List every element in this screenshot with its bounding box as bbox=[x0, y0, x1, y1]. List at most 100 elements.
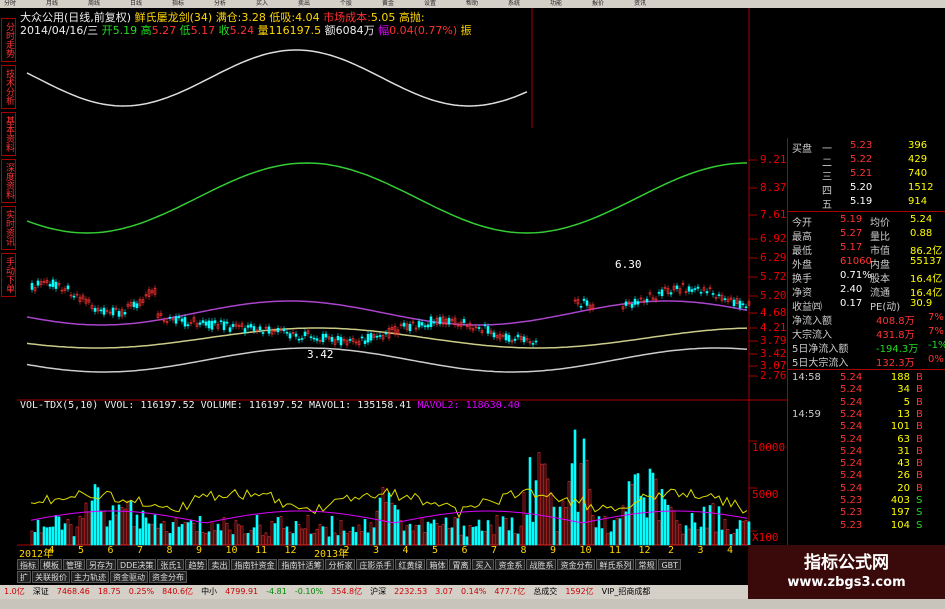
volume-bar bbox=[42, 526, 46, 546]
candle-body bbox=[699, 291, 703, 294]
volume-bar bbox=[159, 523, 163, 546]
toolbar-item[interactable]: 系统 bbox=[508, 0, 548, 8]
toolbar-item[interactable]: 报价 bbox=[592, 0, 632, 8]
indicator-tab[interactable]: DDE决策 bbox=[117, 559, 157, 570]
info-tab[interactable]: 资金驱动 bbox=[110, 571, 148, 583]
candle-body bbox=[633, 298, 637, 305]
indicator-tab[interactable]: 常规 bbox=[635, 559, 658, 570]
indicator-tab[interactable]: 战胜系 bbox=[526, 559, 557, 570]
price-axis-label: 8.37 bbox=[760, 181, 787, 194]
candle-body bbox=[744, 306, 748, 309]
indicator-tab[interactable]: 分析家 bbox=[325, 559, 356, 570]
quote-row: 最低 5.17 市值 86.2亿 bbox=[788, 242, 945, 257]
volume-bar bbox=[486, 520, 490, 546]
candle-body bbox=[249, 324, 253, 328]
tick-volume: 20 bbox=[897, 482, 910, 494]
indicator-tab[interactable]: 指南针资金 bbox=[231, 559, 278, 570]
candle-body bbox=[228, 327, 232, 332]
quote-label: 净资 bbox=[792, 288, 812, 299]
toolbar-item[interactable]: 买入 bbox=[256, 0, 296, 8]
volume-bar bbox=[198, 516, 202, 546]
indicator-tab[interactable]: GBT bbox=[658, 559, 682, 570]
volume-bar bbox=[627, 481, 631, 546]
candle-body bbox=[717, 294, 721, 296]
toolbar-item[interactable]: 日线 bbox=[130, 0, 170, 8]
toolbar-item[interactable]: 分析 bbox=[214, 0, 254, 8]
indicator-tab[interactable]: 买入 bbox=[472, 559, 495, 570]
volume-bar bbox=[450, 527, 454, 546]
candle-body bbox=[477, 327, 481, 329]
time-axis-label: 11 bbox=[255, 545, 268, 556]
vol-label: 量 bbox=[257, 24, 269, 37]
side-tab[interactable]: 分时走势 bbox=[1, 18, 16, 62]
info-tab[interactable]: 关联报价 bbox=[32, 571, 70, 583]
toolbar-item[interactable]: 个股 bbox=[340, 0, 380, 8]
quote-value: 0.17 bbox=[840, 298, 863, 309]
indicator-tab[interactable]: 资金分布 bbox=[557, 559, 596, 570]
indicator-tab[interactable]: 指南针活筹 bbox=[278, 559, 325, 570]
indicator-tab[interactable]: 鲜氏系列 bbox=[596, 559, 635, 570]
bid-volume: 396 bbox=[908, 140, 928, 151]
indicator-tab[interactable]: 模板 bbox=[40, 559, 62, 570]
kline-chart[interactable]: 6.30 3.42 bbox=[17, 8, 787, 553]
volume-bar bbox=[276, 517, 280, 546]
side-tab[interactable]: 技术分析 bbox=[1, 65, 16, 109]
time-axis-label: 12 bbox=[638, 545, 651, 556]
candle-body bbox=[198, 322, 202, 325]
candle-body bbox=[363, 340, 367, 344]
top-toolbar: 分时 月线 周线 日线 指标 分析 买入 卖出 个股 黄金 设置 帮助 系统 功能 报价 资讯 bbox=[0, 0, 945, 8]
volume-bar bbox=[54, 515, 58, 546]
quote-row: 外盘 61060 内盘 55137 bbox=[788, 256, 945, 271]
volume-bar bbox=[378, 497, 382, 546]
volume-bar bbox=[573, 429, 577, 546]
toolbar-item[interactable]: 设置 bbox=[424, 0, 464, 8]
toolbar-item[interactable]: 黄金 bbox=[382, 0, 422, 8]
side-tab[interactable]: 实时资讯 bbox=[1, 206, 16, 250]
vol-value: 116197.5 bbox=[268, 24, 322, 37]
time-axis-label: 7 bbox=[137, 545, 144, 556]
indicator-tab[interactable]: 张氏1 bbox=[157, 559, 185, 570]
tick-volume: 34 bbox=[897, 384, 910, 396]
candle-body bbox=[696, 286, 700, 289]
toolbar-item[interactable]: 帮助 bbox=[466, 0, 506, 8]
flow-pct: 7% bbox=[928, 326, 944, 337]
toolbar-item[interactable]: 资讯 bbox=[634, 0, 674, 8]
side-tab[interactable]: 基本资料 bbox=[1, 112, 16, 156]
flow-label: 大宗流入 bbox=[792, 330, 832, 341]
indicator-tab[interactable]: 另存为 bbox=[86, 559, 116, 570]
indicator-tab[interactable]: 红黄绿 bbox=[395, 559, 426, 570]
info-tab[interactable]: 主力轨迹 bbox=[71, 571, 109, 583]
volume-bar bbox=[393, 504, 397, 546]
tick-time: 14:58 bbox=[792, 372, 821, 383]
bid-row: 三 5.21 740 bbox=[788, 168, 945, 183]
volume-bar bbox=[252, 527, 256, 546]
toolbar-item[interactable]: 指标 bbox=[172, 0, 212, 8]
status-item: 840.6亿 bbox=[162, 587, 194, 596]
toolbar-item[interactable]: 分时 bbox=[4, 0, 44, 8]
toolbar-item[interactable]: 月线 bbox=[46, 0, 86, 8]
toolbar-item[interactable]: 周线 bbox=[88, 0, 128, 8]
side-tab[interactable]: 手动下单 bbox=[1, 253, 16, 297]
indicator-tab[interactable]: 箱体 bbox=[426, 559, 449, 570]
info-tab[interactable]: 资金分布 bbox=[149, 571, 187, 583]
volume-bar bbox=[180, 524, 184, 546]
volume-bar bbox=[618, 518, 622, 546]
volume-bar bbox=[528, 457, 532, 546]
indicator-tab[interactable]: 胃离 bbox=[449, 559, 472, 570]
indicator-tab[interactable]: 庄影杀手 bbox=[356, 559, 395, 570]
flow-label: 净流入额 bbox=[792, 316, 832, 327]
indicator-tab[interactable]: 资金系 bbox=[495, 559, 526, 570]
tick-price: 5.23 bbox=[840, 495, 863, 506]
volume-bar bbox=[651, 472, 655, 546]
toolbar-item[interactable]: 卖出 bbox=[298, 0, 338, 8]
indicator-tab[interactable]: 管理 bbox=[63, 559, 85, 570]
volume-bar bbox=[642, 497, 646, 546]
side-tab[interactable]: 深度资料 bbox=[1, 159, 16, 203]
indicator-tab[interactable]: 趋势 bbox=[185, 559, 208, 570]
toolbar-item[interactable]: 功能 bbox=[550, 0, 590, 8]
amt-value: 6084万 bbox=[335, 24, 375, 37]
indicator-tab[interactable]: 指标 bbox=[17, 559, 39, 570]
info-tab[interactable]: 扩 bbox=[17, 571, 31, 583]
quote-label: 换手 bbox=[792, 274, 812, 285]
indicator-tab[interactable]: 卖出 bbox=[208, 559, 231, 570]
